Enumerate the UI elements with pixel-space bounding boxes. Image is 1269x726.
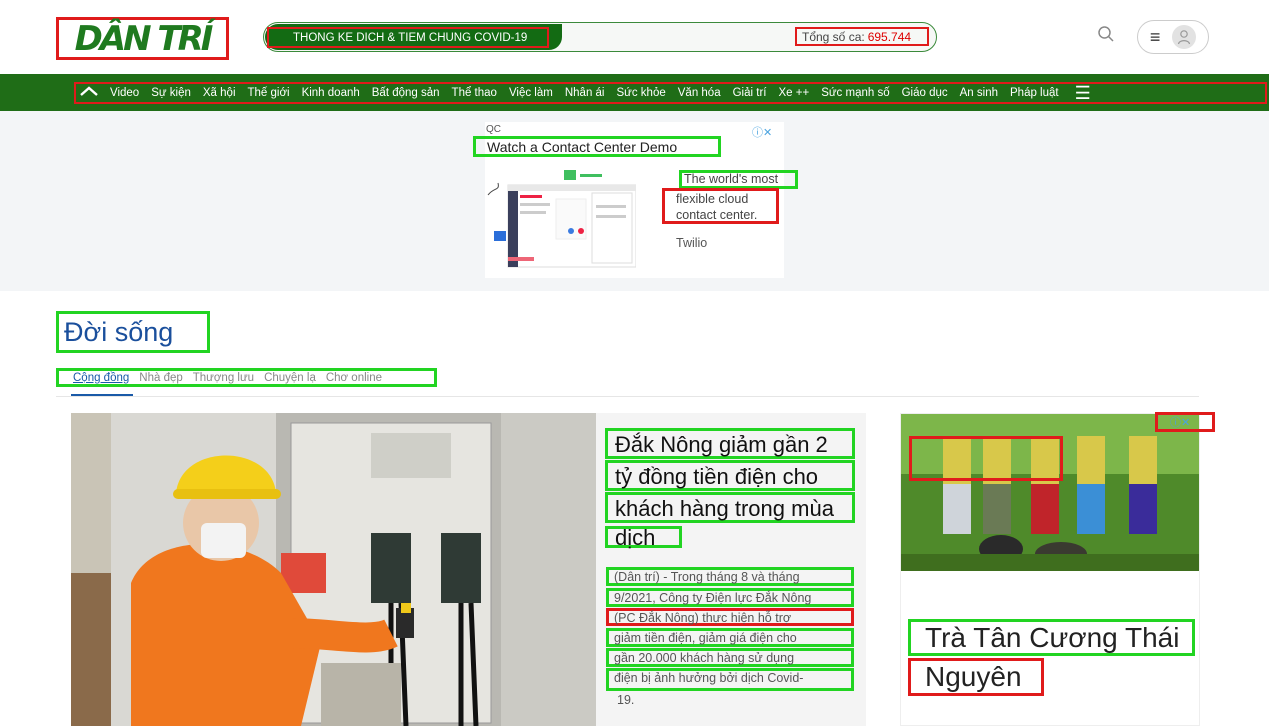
nav-item-phap-luat[interactable]: Pháp luật [1010,87,1059,99]
ad-brand: Twilio [676,236,708,250]
section-tabs: Cộng đồng Nhà đẹp Thượng lưu Chuyện lạ C… [56,368,437,387]
covid-count-label: Tổng số ca: [802,29,865,44]
article-summary-line-5: gần 20.000 khách hàng sử dụng [606,648,854,667]
article-summary-line-4: giảm tiền điện, giảm giá điện cho [606,628,854,647]
article-headline-line-2[interactable]: tỷ đồng tiền điện cho [605,460,855,491]
article-headline-line-1[interactable]: Đắk Nông giảm gần 2 [605,428,855,459]
article-headline-line-4[interactable]: dịch [605,526,682,549]
article-summary-line-2: 9/2021, Công ty Điện lực Đắk Nông [606,588,854,607]
nav-item-the-thao[interactable]: Thể thao [452,87,497,99]
search-icon[interactable] [1097,25,1119,47]
home-icon[interactable] [80,85,98,101]
section-title[interactable]: Đời sống [56,311,210,353]
covid-case-count: Tổng số ca: 695.744 [795,27,929,46]
nav-item-giai-tri[interactable]: Giải trí [733,87,767,99]
nav-item-the-gioi[interactable]: Thế giới [248,87,290,99]
nav-item-suc-khoe[interactable]: Sức khỏe [616,87,665,99]
nav-item-xe[interactable]: Xe ++ [778,87,809,99]
site-logo[interactable]: DÂN TRÍ [56,17,229,60]
menu-icon[interactable]: ☰ [1075,83,1091,104]
hamburger-icon: ≡ [1149,26,1161,47]
article-headline-line-3[interactable]: khách hàng trong mùa [605,492,855,523]
ad-qc-label: QC [486,124,501,135]
ad-close-icon[interactable]: ⓘ✕ [752,124,772,140]
nav-item-bat-dong-san[interactable]: Bất động sản [372,87,440,99]
ad-text-lines: flexible cloud contact center. [676,191,757,223]
ad-title[interactable]: Watch a Contact Center Demo [473,136,721,157]
nav-item-van-hoa[interactable]: Văn hóa [678,87,721,99]
ad-text-line-1: The world's most [679,170,798,189]
tab-cho-online[interactable]: Chơ online [326,372,382,384]
user-menu-button[interactable]: ≡ [1137,20,1209,54]
article-summary-line-3: (PC Đắk Nông) thực hiện hỗ trợ [606,608,854,626]
nav-item-suc-manh-so[interactable]: Sức mạnh số [821,87,889,99]
nav-item-su-kien[interactable]: Sự kiện [151,87,191,99]
article-image[interactable] [71,413,596,726]
nav-item-giao-duc[interactable]: Giáo dục [902,87,948,99]
nav-item-video[interactable]: Video [110,87,139,99]
nav-item-nhan-ai[interactable]: Nhân ái [565,87,605,99]
covid-count-value: 695.744 [867,29,912,44]
nav-item-an-sinh[interactable]: An sinh [960,87,998,99]
ad-tea-title-line-1[interactable]: Trà Tân Cương Thái [908,619,1195,656]
ad-text-line-3: contact center. [676,208,758,222]
article-summary-line-1: (Dân trí) - Trong tháng 8 và tháng [606,567,854,586]
tab-thuong-luu[interactable]: Thượng lưu [193,372,254,384]
ad-tea-title-line-2[interactable]: Nguyên [908,658,1044,696]
tab-chuyen-la[interactable]: Chuyện lạ [264,372,316,384]
nav-item-kinh-doanh[interactable]: Kinh doanh [302,87,360,99]
ad-dashboard-image[interactable] [486,165,637,268]
main-nav: Video Sự kiện Xã hội Thế giới Kinh doanh… [74,82,1267,104]
ad-close-icon[interactable]: ⓘ✕ [1155,412,1215,432]
tab-nha-dep[interactable]: Nhà đẹp [139,372,182,384]
article-summary-line-7: 19. [617,693,635,707]
nav-item-xa-hoi[interactable]: Xã hội [203,87,236,99]
covid-stats-title[interactable]: THONG KE DICH & TIEM CHUNG COVID-19 [267,27,549,48]
article-summary-line-6: điện bị ảnh hưởng bởi dịch Covid- [606,668,854,691]
nav-item-viec-lam[interactable]: Việc làm [509,87,553,99]
user-avatar-icon [1172,25,1197,49]
ad-text-line-2: flexible cloud [676,192,749,206]
ad-tea-packages [909,436,1063,481]
section-divider [56,396,1199,397]
tab-cong-dong[interactable]: Cộng đồng [73,372,129,384]
